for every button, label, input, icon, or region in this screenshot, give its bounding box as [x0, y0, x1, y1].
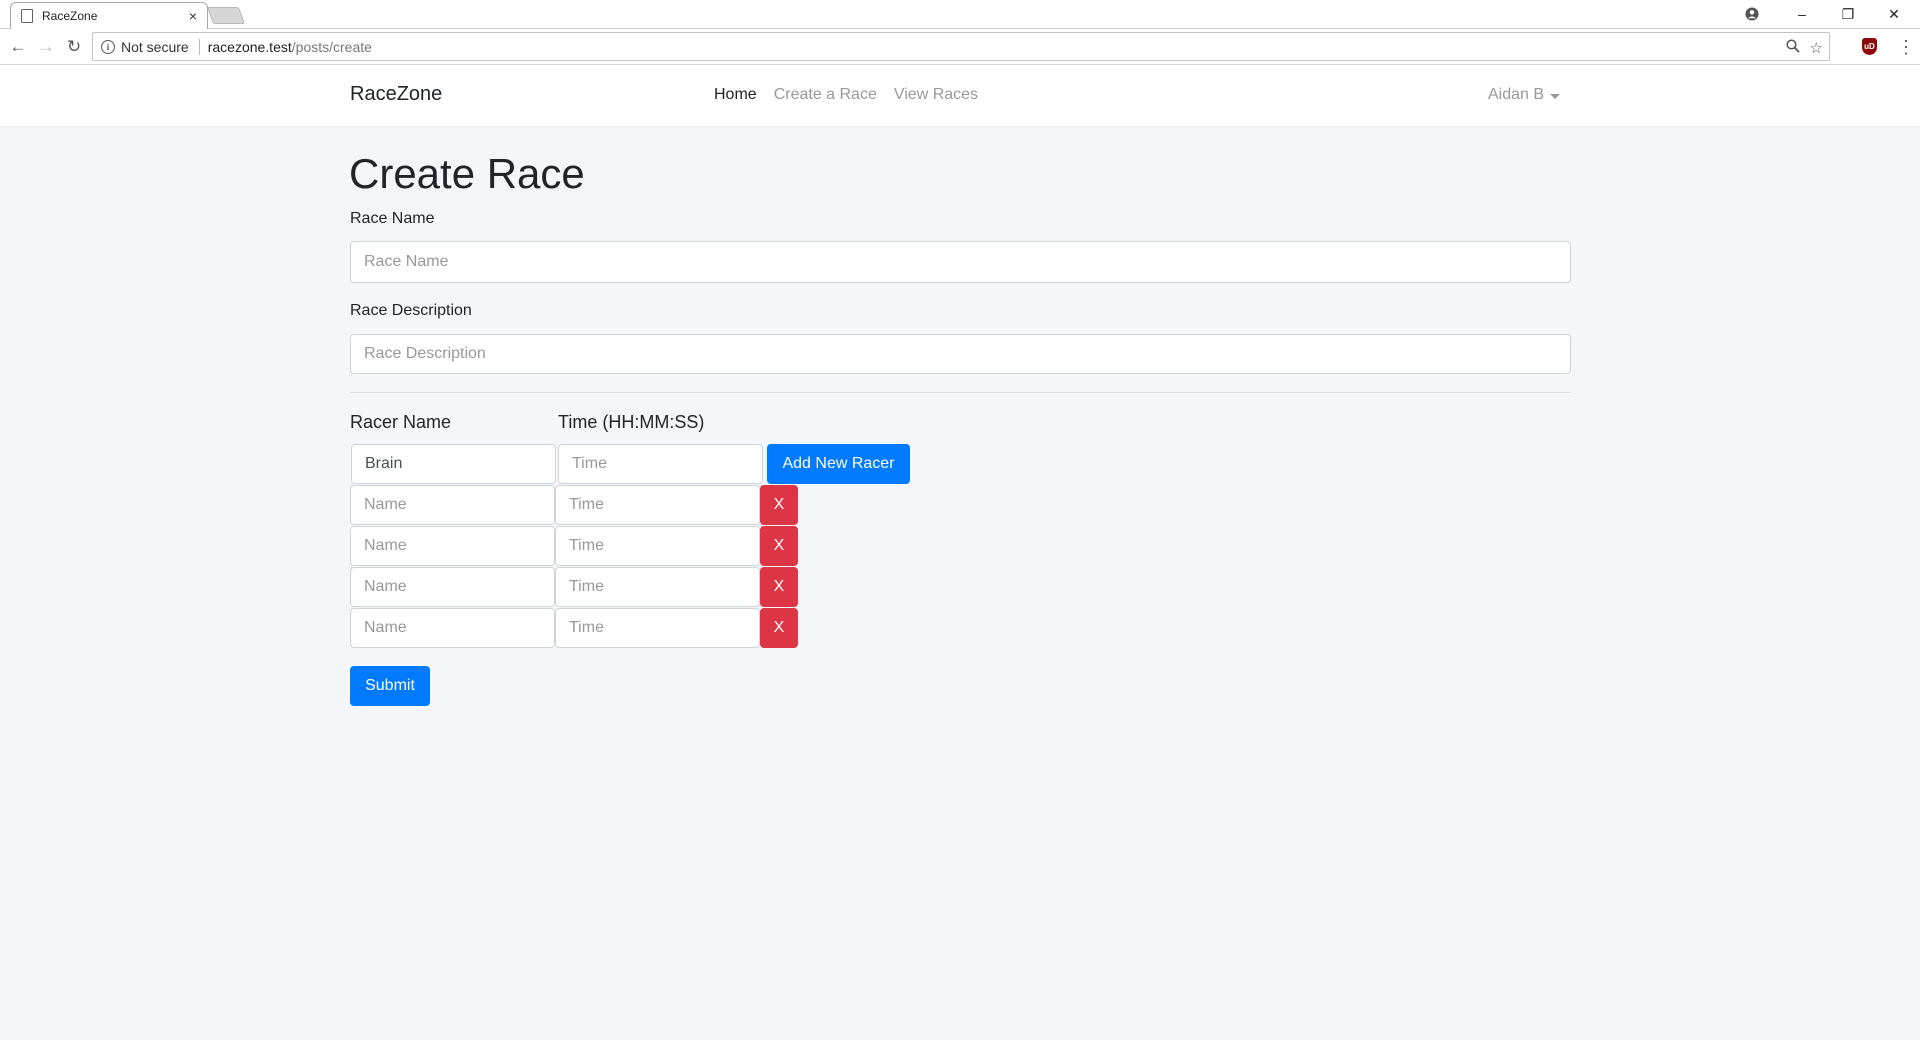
race-name-label: Race Name [350, 210, 435, 227]
race-name-input[interactable]: Race Name [350, 241, 1571, 283]
browser-toolbar: ← → ↻ i Not secure racezone.test/posts/c… [0, 29, 1920, 65]
tab-close-icon[interactable]: × [189, 9, 197, 23]
racer-time-input[interactable]: Time [555, 608, 760, 648]
racer-name-input[interactable]: Name [350, 526, 555, 566]
racer-time-input[interactable]: Time [555, 567, 760, 607]
remove-racer-button[interactable]: X [760, 526, 798, 566]
nav-view-races[interactable]: View Races [894, 86, 978, 104]
page-icon [21, 9, 33, 23]
racer-name-input[interactable]: Name [350, 608, 555, 648]
url-host: racezone.test [207, 38, 292, 55]
racer-name-input[interactable]: Name [350, 485, 555, 525]
restore-icon[interactable]: ❐ [1826, 0, 1870, 28]
back-arrow-icon[interactable]: ← [6, 35, 30, 59]
racer-name-input[interactable]: Brain [351, 444, 556, 484]
page-title: Create Race [349, 150, 585, 197]
new-tab-button[interactable] [206, 7, 246, 24]
race-name-placeholder: Race Name [364, 253, 449, 270]
nav-create-race[interactable]: Create a Race [774, 86, 877, 104]
profile-icon[interactable] [1730, 0, 1774, 28]
racer-name-input[interactable]: Name [350, 567, 555, 607]
forward-arrow-icon[interactable]: → [34, 35, 58, 59]
racer-name-value: Brain [365, 455, 403, 472]
race-description-placeholder: Race Description [364, 345, 486, 362]
race-description-label: Race Description [350, 302, 472, 319]
remove-racer-button[interactable]: X [760, 485, 798, 525]
remove-racer-button[interactable]: X [760, 608, 798, 648]
address-bar[interactable]: i Not secure racezone.test/posts/create … [92, 32, 1830, 61]
time-placeholder: Time [572, 455, 607, 472]
time-placeholder: Time [569, 578, 604, 595]
caret-down-icon [1550, 93, 1561, 99]
name-placeholder: Name [364, 578, 407, 595]
info-icon[interactable]: i [101, 39, 115, 54]
chrome-menu-icon[interactable]: ⋮ [1897, 35, 1915, 59]
submit-button[interactable]: Submit [350, 666, 430, 706]
browser-tabstrip: RaceZone × – ❐ ✕ [0, 0, 1920, 29]
browser-tab[interactable]: RaceZone × [10, 2, 208, 29]
time-placeholder: Time [569, 496, 604, 513]
url-path: /posts/create [291, 38, 372, 55]
name-placeholder: Name [364, 537, 407, 554]
ublock-extension-icon[interactable]: uD [1862, 38, 1877, 55]
time-placeholder: Time [569, 619, 604, 636]
close-window-icon[interactable]: ✕ [1872, 0, 1916, 28]
add-new-racer-button[interactable]: Add New Racer [767, 444, 910, 484]
racer-name-header: Racer Name [350, 412, 452, 432]
name-placeholder: Name [364, 619, 407, 636]
user-name: Aidan B [1488, 86, 1545, 103]
race-description-input[interactable]: Race Description [350, 334, 1571, 374]
racer-time-input[interactable]: Time [555, 526, 760, 566]
nav-links: Home Create a Race View Races [714, 86, 978, 104]
name-placeholder: Name [364, 496, 407, 513]
zoom-icon[interactable] [1785, 38, 1800, 57]
security-label[interactable]: Not secure [121, 38, 200, 55]
time-placeholder: Time [569, 537, 604, 554]
minimize-icon[interactable]: – [1780, 0, 1824, 28]
user-dropdown[interactable]: Aidan B [1488, 86, 1561, 104]
tab-title: RaceZone [42, 9, 98, 23]
remove-racer-button[interactable]: X [760, 567, 798, 607]
bookmark-star-icon[interactable]: ☆ [1810, 39, 1823, 57]
site-navbar: RaceZone Home Create a Race View Races A… [0, 65, 1920, 126]
time-header: Time (HH:MM:SS) [558, 412, 705, 432]
section-divider [350, 392, 1571, 393]
racer-time-input[interactable]: Time [555, 485, 760, 525]
brand-logo[interactable]: RaceZone [350, 83, 442, 106]
racer-time-input[interactable]: Time [558, 444, 763, 484]
reload-icon[interactable]: ↻ [62, 35, 86, 59]
nav-home[interactable]: Home [714, 86, 757, 104]
